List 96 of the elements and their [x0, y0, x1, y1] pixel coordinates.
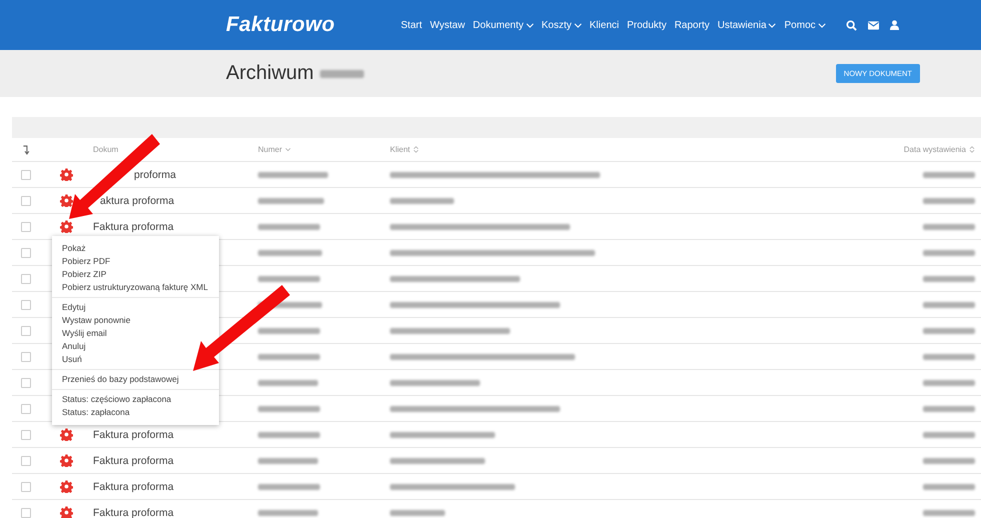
row-checkbox[interactable]	[21, 170, 31, 180]
redacted-text	[320, 70, 364, 78]
column-header[interactable]: Numer	[258, 145, 390, 154]
gear-icon[interactable]	[60, 506, 73, 518]
redacted-text	[258, 276, 320, 282]
column-header[interactable]: Klient	[390, 145, 865, 154]
table-cell: Faktura proforma	[93, 220, 174, 232]
menu-item[interactable]: Anuluj	[52, 340, 96, 353]
redacted-text	[390, 198, 454, 204]
redacted-text	[258, 458, 318, 464]
nav-link[interactable]: Ustawienia	[717, 20, 776, 30]
nav-link[interactable]: Dokumenty	[472, 20, 534, 30]
table-cell: Faktura proforma	[93, 506, 174, 518]
redacted-text	[258, 198, 324, 204]
row-checkbox[interactable]	[21, 274, 31, 284]
sort-icon[interactable]	[413, 146, 420, 153]
row-checkbox[interactable]	[21, 378, 31, 388]
row-checkbox[interactable]	[21, 248, 31, 258]
gear-icon[interactable]	[60, 428, 73, 441]
redacted-text	[923, 224, 975, 230]
menu-item[interactable]: Pobierz ZIP	[52, 268, 116, 281]
row-checkbox[interactable]	[21, 352, 31, 362]
redacted-text	[923, 432, 975, 438]
nav-link[interactable]: Start	[400, 20, 422, 30]
caret-icon[interactable]	[768, 22, 776, 28]
user-icon[interactable]	[890, 20, 899, 30]
redacted-text	[390, 510, 445, 516]
menu-item[interactable]: Status: częściowo zapłacona	[52, 393, 182, 406]
redacted-text	[258, 224, 320, 230]
redacted-text	[923, 510, 975, 516]
table-cell: aktura proforma	[100, 194, 174, 206]
menu-item[interactable]: Pobierz ustrukturyzowaną fakturę XML	[52, 281, 218, 294]
row-checkbox[interactable]	[21, 404, 31, 414]
envelope-icon[interactable]	[868, 20, 879, 30]
nav-link[interactable]: Koszty	[542, 20, 582, 30]
row-checkbox[interactable]	[21, 326, 31, 336]
sort-icon[interactable]	[969, 146, 975, 153]
menu-item[interactable]: Przenieś do bazy podstawowej	[52, 373, 189, 386]
menu-item[interactable]: Edytuj	[52, 301, 96, 314]
caret-icon[interactable]	[526, 22, 534, 28]
menu-item[interactable]: Status: zapłacona	[52, 406, 140, 419]
redacted-text	[258, 354, 320, 360]
redacted-text	[258, 432, 320, 438]
table-cell: Faktura proforma	[93, 480, 174, 492]
table-cell: proforma	[134, 168, 176, 180]
gear-icon[interactable]	[60, 454, 73, 467]
redacted-text	[923, 302, 975, 308]
redacted-text	[258, 250, 322, 256]
redacted-text	[923, 380, 975, 386]
redacted-text	[258, 172, 328, 178]
redacted-text	[258, 380, 318, 386]
row-checkbox[interactable]	[21, 300, 31, 310]
caret-icon[interactable]	[818, 22, 826, 28]
menu-item[interactable]: Usuń	[52, 353, 92, 366]
table-cell: Faktura proforma	[93, 428, 174, 440]
row-checkbox[interactable]	[21, 482, 31, 492]
row-checkbox[interactable]	[21, 456, 31, 466]
redacted-text	[923, 484, 975, 490]
caret-icon[interactable]	[574, 22, 582, 28]
redacted-text	[923, 458, 975, 464]
redacted-text	[923, 198, 975, 204]
redacted-text	[258, 484, 320, 490]
nav-link[interactable]: Produkty	[626, 20, 666, 30]
redacted-text	[923, 250, 975, 256]
gear-icon[interactable]	[60, 480, 73, 493]
table-cell: Faktura proforma	[93, 454, 174, 466]
row-checkbox[interactable]	[21, 222, 31, 232]
gear-icon[interactable]	[60, 168, 73, 181]
menu-item[interactable]: Pokaż	[52, 242, 96, 255]
redacted-text	[258, 328, 320, 334]
row-checkbox[interactable]	[21, 430, 31, 440]
redacted-text	[258, 406, 320, 412]
gear-icon[interactable]	[60, 220, 73, 233]
redacted-text	[923, 406, 975, 412]
redacted-text	[258, 510, 318, 516]
search-icon[interactable]	[846, 20, 857, 30]
redacted-text	[923, 354, 975, 360]
logo[interactable]: Fakturowo	[226, 13, 335, 37]
nav-link[interactable]: Raporty	[674, 20, 710, 30]
redacted-text	[923, 172, 975, 178]
sort-arrow-icon[interactable]	[22, 144, 30, 154]
page-title: Archiwum	[226, 62, 314, 85]
sort-down-icon[interactable]	[285, 146, 292, 153]
redacted-text	[923, 276, 975, 282]
gear-icon[interactable]	[60, 194, 73, 207]
nav-link[interactable]: Wystaw	[430, 20, 465, 30]
menu-item[interactable]: Wyślij email	[52, 327, 117, 340]
row-checkbox[interactable]	[21, 508, 31, 518]
menu-item[interactable]: Wystaw ponownie	[52, 314, 140, 327]
redacted-text	[923, 328, 975, 334]
nav-link[interactable]: Klienci	[590, 20, 619, 30]
column-header[interactable]: Dokum	[93, 145, 258, 154]
nav-link[interactable]: Pomoc	[784, 20, 826, 30]
row-checkbox[interactable]	[21, 196, 31, 206]
menu-item[interactable]: Pobierz PDF	[52, 255, 120, 268]
column-header[interactable]: Data wystawienia	[865, 145, 981, 154]
